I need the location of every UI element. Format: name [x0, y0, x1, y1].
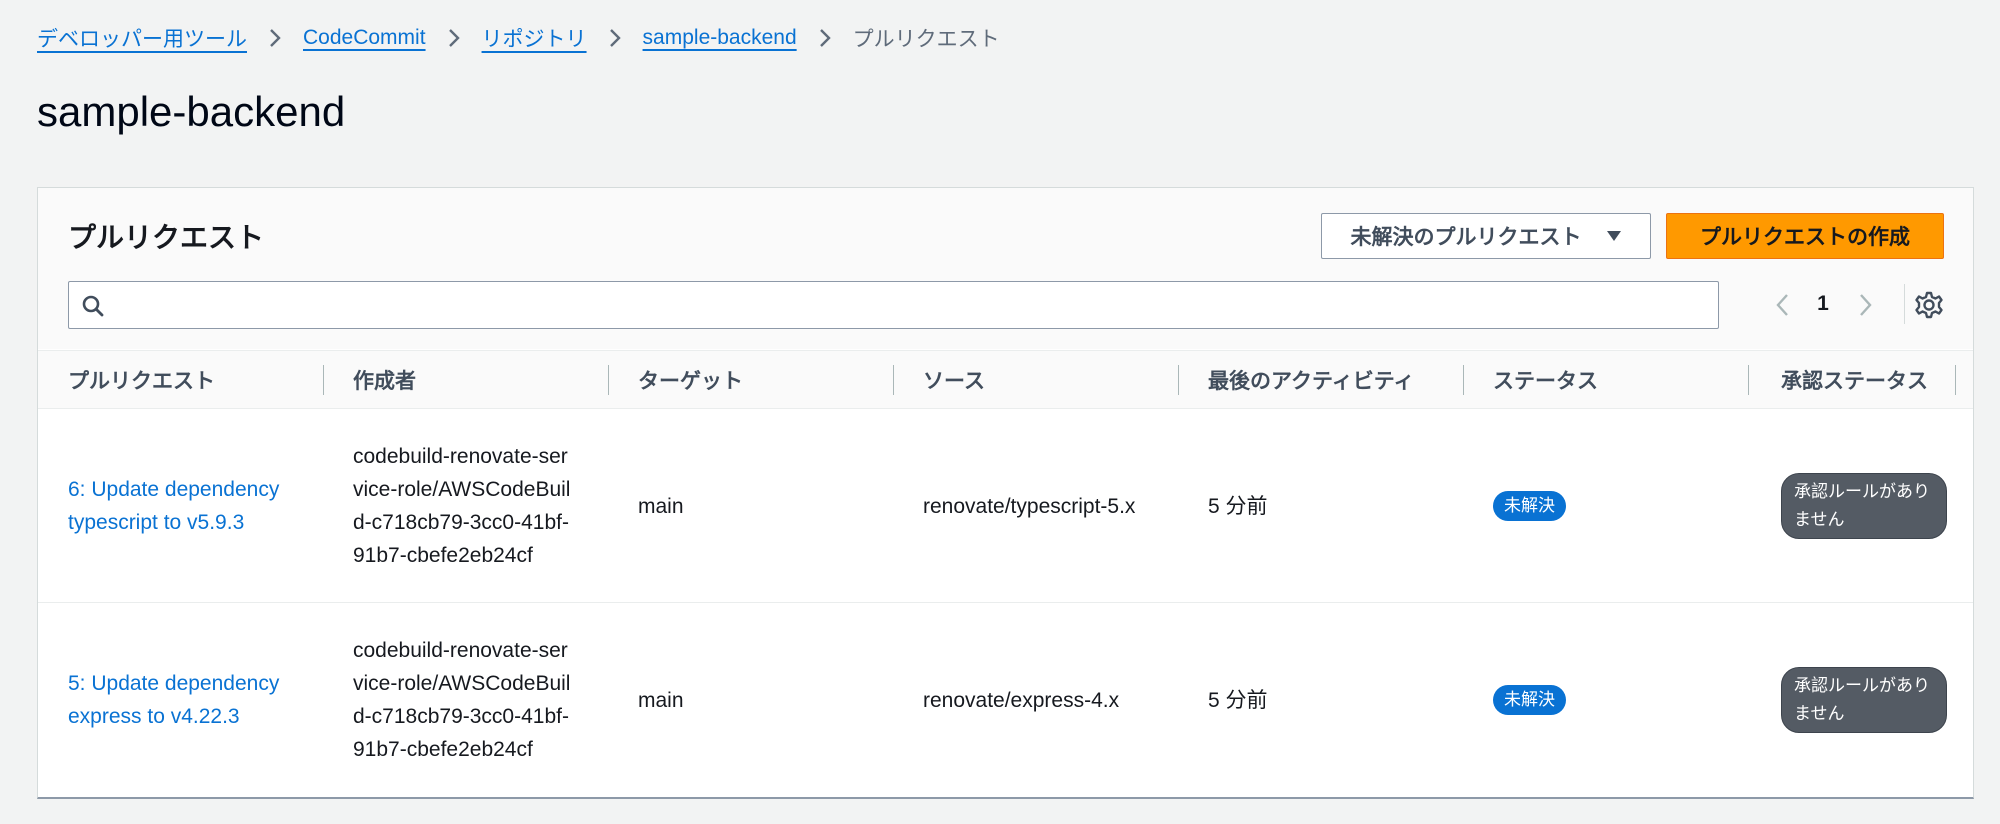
create-pull-request-button[interactable]: プルリクエストの作成: [1666, 213, 1944, 259]
column-resizer[interactable]: [1748, 365, 1749, 395]
column-resizer[interactable]: [608, 365, 609, 395]
search-box: [68, 281, 1719, 329]
table-row: 6: Update dependency typescript to v5.9.…: [38, 409, 1973, 603]
filter-select-value: 未解決のプルリクエスト: [1350, 226, 1582, 249]
breadcrumb: デベロッパー用ツール CodeCommit リポジトリ sample-backe…: [37, 22, 1000, 54]
panel-header: プルリクエスト 未解決のプルリクエスト プルリクエストの作成 1: [38, 188, 1973, 349]
author-value: codebuild-renovate-service-role/AWSCodeB…: [353, 639, 571, 761]
breadcrumb-developer-tools[interactable]: デベロッパー用ツール: [37, 23, 247, 53]
current-page-number[interactable]: 1: [1810, 288, 1836, 320]
column-resizer[interactable]: [893, 365, 894, 395]
status-badge: 未解決: [1493, 491, 1566, 521]
target-branch: main: [638, 494, 684, 518]
chevron-right-icon: [819, 28, 831, 48]
panel-title: プルリクエスト: [68, 222, 265, 253]
source-branch: renovate/typescript-5.x: [923, 494, 1136, 518]
chevron-right-icon: [448, 28, 460, 48]
target-branch: main: [638, 688, 684, 712]
table-row: 5: Update dependency express to v4.22.3 …: [38, 603, 1973, 797]
breadcrumb-codecommit[interactable]: CodeCommit: [303, 26, 426, 50]
page-title: sample-backend: [37, 88, 346, 135]
column-resizer[interactable]: [1463, 365, 1464, 395]
caret-down-icon: [1606, 224, 1622, 248]
breadcrumb-repository[interactable]: sample-backend: [643, 26, 797, 50]
column-resizer[interactable]: [1955, 365, 1956, 395]
table-header: プルリクエスト 作成者 ターゲット ソース 最後のアクティビティ ステータス 承…: [38, 350, 1973, 409]
column-resizer[interactable]: [323, 365, 324, 395]
pull-request-link[interactable]: 5: Update dependency express to v4.22.3: [68, 667, 303, 733]
column-header-status[interactable]: ステータス: [1493, 351, 1598, 408]
search-icon: [81, 294, 105, 318]
author-value: codebuild-renovate-service-role/AWSCodeB…: [353, 445, 571, 567]
pull-requests-panel: プルリクエスト 未解決のプルリクエスト プルリクエストの作成 1 プルリクエスト…: [37, 187, 1974, 799]
pull-request-link[interactable]: 6: Update dependency typescript to v5.9.…: [68, 473, 303, 539]
search-input[interactable]: [115, 282, 1709, 328]
column-header-author[interactable]: 作成者: [353, 351, 416, 408]
previous-page-icon[interactable]: [1770, 291, 1796, 319]
divider: [1904, 284, 1905, 324]
source-branch: renovate/express-4.x: [923, 688, 1120, 712]
column-resizer[interactable]: [1178, 365, 1179, 395]
approval-status-badge: 承認ルールがありません: [1781, 667, 1947, 733]
column-header-last-activity[interactable]: 最後のアクティビティ: [1208, 351, 1414, 408]
column-header-approval-status[interactable]: 承認ステータス: [1781, 351, 1928, 408]
column-header-target[interactable]: ターゲット: [638, 351, 743, 408]
last-activity: 5 分前: [1208, 494, 1268, 518]
breadcrumb-repositories[interactable]: リポジトリ: [482, 23, 587, 53]
chevron-right-icon: [269, 28, 281, 48]
column-header-source[interactable]: ソース: [923, 351, 985, 408]
column-header-pull-request[interactable]: プルリクエスト: [68, 351, 215, 408]
gear-icon[interactable]: [1914, 290, 1944, 320]
breadcrumb-current: プルリクエスト: [852, 28, 1000, 51]
chevron-right-icon: [609, 28, 621, 48]
next-page-icon[interactable]: [1852, 291, 1878, 319]
pull-request-filter-select[interactable]: 未解決のプルリクエスト: [1321, 213, 1651, 259]
approval-status-badge: 承認ルールがありません: [1781, 473, 1947, 539]
last-activity: 5 分前: [1208, 688, 1268, 712]
status-badge: 未解決: [1493, 685, 1566, 715]
